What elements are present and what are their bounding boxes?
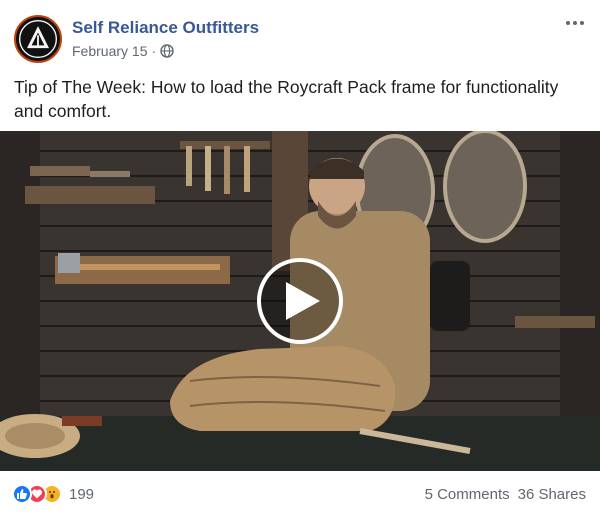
shares-count-link[interactable]: 36 Shares <box>518 486 586 503</box>
post-header: Self Reliance Outfitters February 15 · <box>0 0 600 70</box>
like-icon <box>12 484 32 504</box>
more-options-button[interactable] <box>562 14 588 32</box>
play-icon <box>286 282 320 320</box>
dot-icon <box>566 21 570 25</box>
dot-icon <box>573 21 577 25</box>
globe-icon <box>160 44 174 58</box>
post-date[interactable]: February 15 <box>72 43 147 59</box>
comments-count-link[interactable]: 5 Comments <box>425 486 510 503</box>
video-player[interactable] <box>0 131 600 471</box>
reaction-count[interactable]: 199 <box>69 486 94 503</box>
engagement-counts: 5 Comments 36 Shares <box>425 486 586 503</box>
play-button[interactable] <box>257 258 343 344</box>
page-name-link[interactable]: Self Reliance Outfitters <box>72 18 259 38</box>
dot-icon <box>580 21 584 25</box>
reactions-summary[interactable]: 199 <box>12 484 94 504</box>
post-meta: February 15 · <box>72 43 174 59</box>
meta-separator: · <box>151 43 157 59</box>
page-avatar[interactable] <box>14 15 62 63</box>
engagement-bar: 199 5 Comments 36 Shares <box>0 472 600 516</box>
logo-icon <box>16 17 60 61</box>
post-text: Tip of The Week: How to load the Roycraf… <box>14 77 559 121</box>
